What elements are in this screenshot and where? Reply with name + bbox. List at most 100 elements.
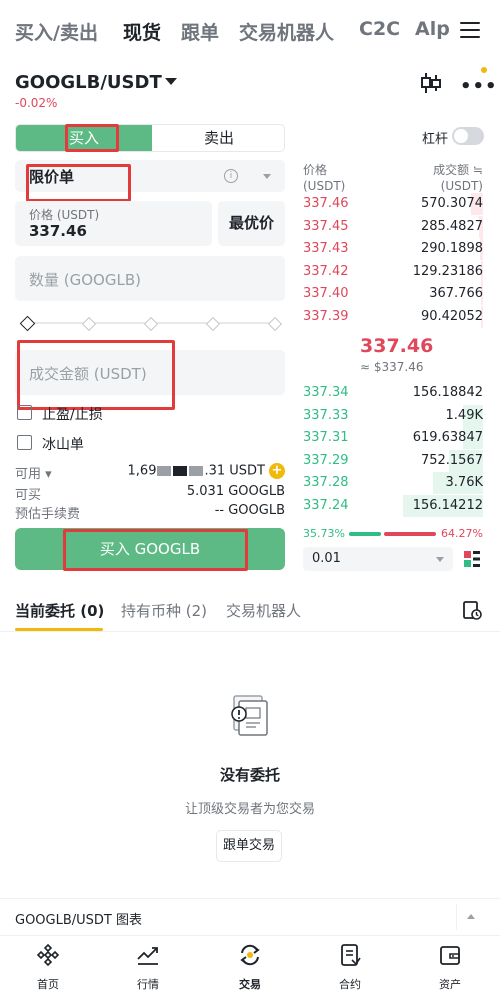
notification-dot [481, 67, 487, 73]
iceberg-checkbox[interactable] [17, 435, 32, 450]
top-nav: 买入/卖出 现货 跟单 交易机器人 C2C Alpl [0, 0, 500, 64]
more-icon[interactable]: ••• [460, 76, 498, 97]
slider-mark-50[interactable] [143, 316, 159, 332]
quantity-placeholder: 数量 (GOOGLB) [29, 271, 141, 289]
tab-holdings[interactable]: 持有币种 (2) [121, 600, 207, 621]
tabs-divider [0, 631, 500, 632]
iceberg-label: 冰山单 [42, 437, 84, 453]
chevron-down-icon [436, 557, 444, 562]
pair-dropdown-icon[interactable] [165, 78, 177, 85]
add-funds-icon[interactable]: + [269, 463, 285, 479]
bottom-nav-trade[interactable]: 交易 [215, 942, 285, 992]
empty-state-subtitle: 让顶级交易者为您交易 [184, 802, 315, 817]
can-buy-row: 可买 5.031 GOOGLB [15, 484, 285, 503]
nav-tab-copy-trading[interactable]: 跟单 [181, 18, 219, 45]
nav-tab-c2c[interactable]: C2C [359, 18, 400, 40]
sell-ratio-bar [384, 532, 436, 536]
orderbook-header-price: 价格 (USDT) [303, 163, 346, 193]
binance-logo-icon [36, 943, 60, 967]
bid-row[interactable]: 337.29 752.1567 [303, 449, 483, 472]
tab-open-orders[interactable]: 当前委托 (0) [15, 600, 104, 621]
orderbook-amount: 1.49K [445, 407, 483, 423]
best-price-button[interactable]: 最优价 [218, 201, 285, 246]
orderbook-price: 337.42 [303, 263, 349, 279]
wallet-icon [440, 946, 460, 965]
orderbook-price: 337.46 [303, 196, 349, 211]
chevron-up-icon[interactable] [467, 914, 475, 919]
orderbook-mid-price[interactable]: 337.46 [360, 335, 433, 357]
menu-icon[interactable] [460, 22, 480, 40]
orderbook-header-amount[interactable]: 成交额 ≒ (USDT) [400, 162, 483, 194]
empty-state-title: 没有委托 [219, 766, 280, 784]
available-label[interactable]: 可用 ▾ [15, 463, 52, 482]
bottom-nav-label: 首页 [37, 978, 59, 991]
orderbook-amount: 570.3074 [420, 196, 483, 211]
pair-change: -0.02% [15, 96, 58, 110]
order-type-value: 限价单 [29, 168, 75, 186]
slider-mark-100[interactable] [267, 316, 283, 332]
fee-row: 预估手续费 -- GOOGLB [15, 503, 285, 522]
ask-row[interactable]: 337.40 367.766 [303, 283, 483, 305]
ask-row[interactable]: 337.45 285.4827 [303, 215, 483, 238]
orderbook-amount: 367.766 [429, 286, 483, 301]
bid-row[interactable]: 337.31 619.63847 [303, 427, 483, 449]
ask-row[interactable]: 337.46 570.3074 [303, 193, 483, 215]
total-amount-placeholder: 成交金额 (USDT) [29, 365, 147, 383]
slider-mark-75[interactable] [205, 316, 221, 332]
bottom-nav: 首页 行情 交易 合约 资产 [0, 935, 500, 999]
price-label: 价格 (USDT) [29, 208, 100, 222]
masked-digits [189, 466, 204, 476]
amount-slider-handle[interactable] [19, 315, 36, 332]
orderbook-price: 337.33 [303, 407, 349, 423]
nav-tab-spot[interactable]: 现货 [123, 18, 161, 45]
price-value: 337.46 [29, 222, 87, 240]
tp-sl-checkbox[interactable] [17, 405, 32, 420]
sell-ratio: 64.27% [441, 527, 483, 540]
orderbook-price: 337.29 [303, 452, 349, 468]
nav-tab-buy-sell[interactable]: 买入/卖出 [15, 18, 98, 45]
bid-row[interactable]: 337.34 156.18842 [303, 382, 483, 404]
masked-digits [173, 466, 188, 476]
tab-sell[interactable]: 卖出 [152, 125, 284, 151]
bottom-nav-futures[interactable]: 合约 [315, 942, 385, 992]
tab-buy[interactable]: 买入 [16, 125, 152, 151]
nav-tab-alpha[interactable]: Alpl [415, 18, 451, 40]
ask-row[interactable]: 337.42 129.23186 [303, 260, 483, 283]
info-icon[interactable]: i [224, 169, 238, 183]
ask-row[interactable]: 337.39 90.42052 [303, 305, 483, 328]
nav-tab-trading-bot[interactable]: 交易机器人 [239, 18, 334, 45]
can-buy-value: 5.031 GOOGLB [186, 484, 285, 499]
chart-toggle-label[interactable]: GOOGLB/USDT 图表 [15, 909, 142, 928]
copy-trading-button[interactable]: 跟单交易 [216, 830, 282, 862]
order-history-icon[interactable] [462, 600, 482, 620]
orderbook-amount: 3.76K [445, 475, 483, 490]
pair-symbol[interactable]: GOOGLB/USDT [15, 72, 162, 93]
orderbook-price: 337.28 [303, 475, 349, 490]
orderbook-price: 337.43 [303, 241, 349, 256]
tab-trading-bots[interactable]: 交易机器人 [226, 600, 301, 621]
orderbook-price: 337.40 [303, 286, 349, 301]
orderbook-mid-price-usd: ≈ $337.46 [360, 360, 424, 374]
ask-row[interactable]: 337.43 290.1898 [303, 238, 483, 260]
bottom-nav-home[interactable]: 首页 [13, 942, 83, 992]
candlestick-chart-icon[interactable] [420, 70, 442, 96]
bid-row[interactable]: 337.33 1.49K [303, 404, 483, 427]
chevron-down-icon [263, 174, 271, 179]
buy-sell-tabs: 买入 卖出 [15, 124, 285, 152]
orderbook-price: 337.39 [303, 308, 349, 324]
market-chart-icon [137, 947, 158, 965]
orderbook-layout-icon[interactable] [462, 549, 482, 569]
slider-mark-25[interactable] [81, 316, 97, 332]
orderbook-amount: 90.42052 [420, 308, 483, 324]
buy-submit-button[interactable]: 买入 GOOGLB [15, 528, 285, 570]
bottom-nav-label: 资产 [439, 978, 461, 991]
bottom-nav-assets[interactable]: 资产 [415, 942, 485, 992]
leverage-toggle[interactable] [452, 127, 484, 145]
price-step-value: 0.01 [312, 551, 341, 566]
bid-row[interactable]: 337.24 156.14212 [303, 494, 483, 517]
bottom-nav-markets[interactable]: 行情 [113, 942, 183, 992]
can-buy-label: 可买 [15, 488, 42, 503]
available-row: 可用 ▾ 1,69.31 USDT + [15, 463, 285, 482]
bottom-nav-label: 合约 [339, 978, 361, 991]
bid-row[interactable]: 337.28 3.76K [303, 472, 483, 494]
